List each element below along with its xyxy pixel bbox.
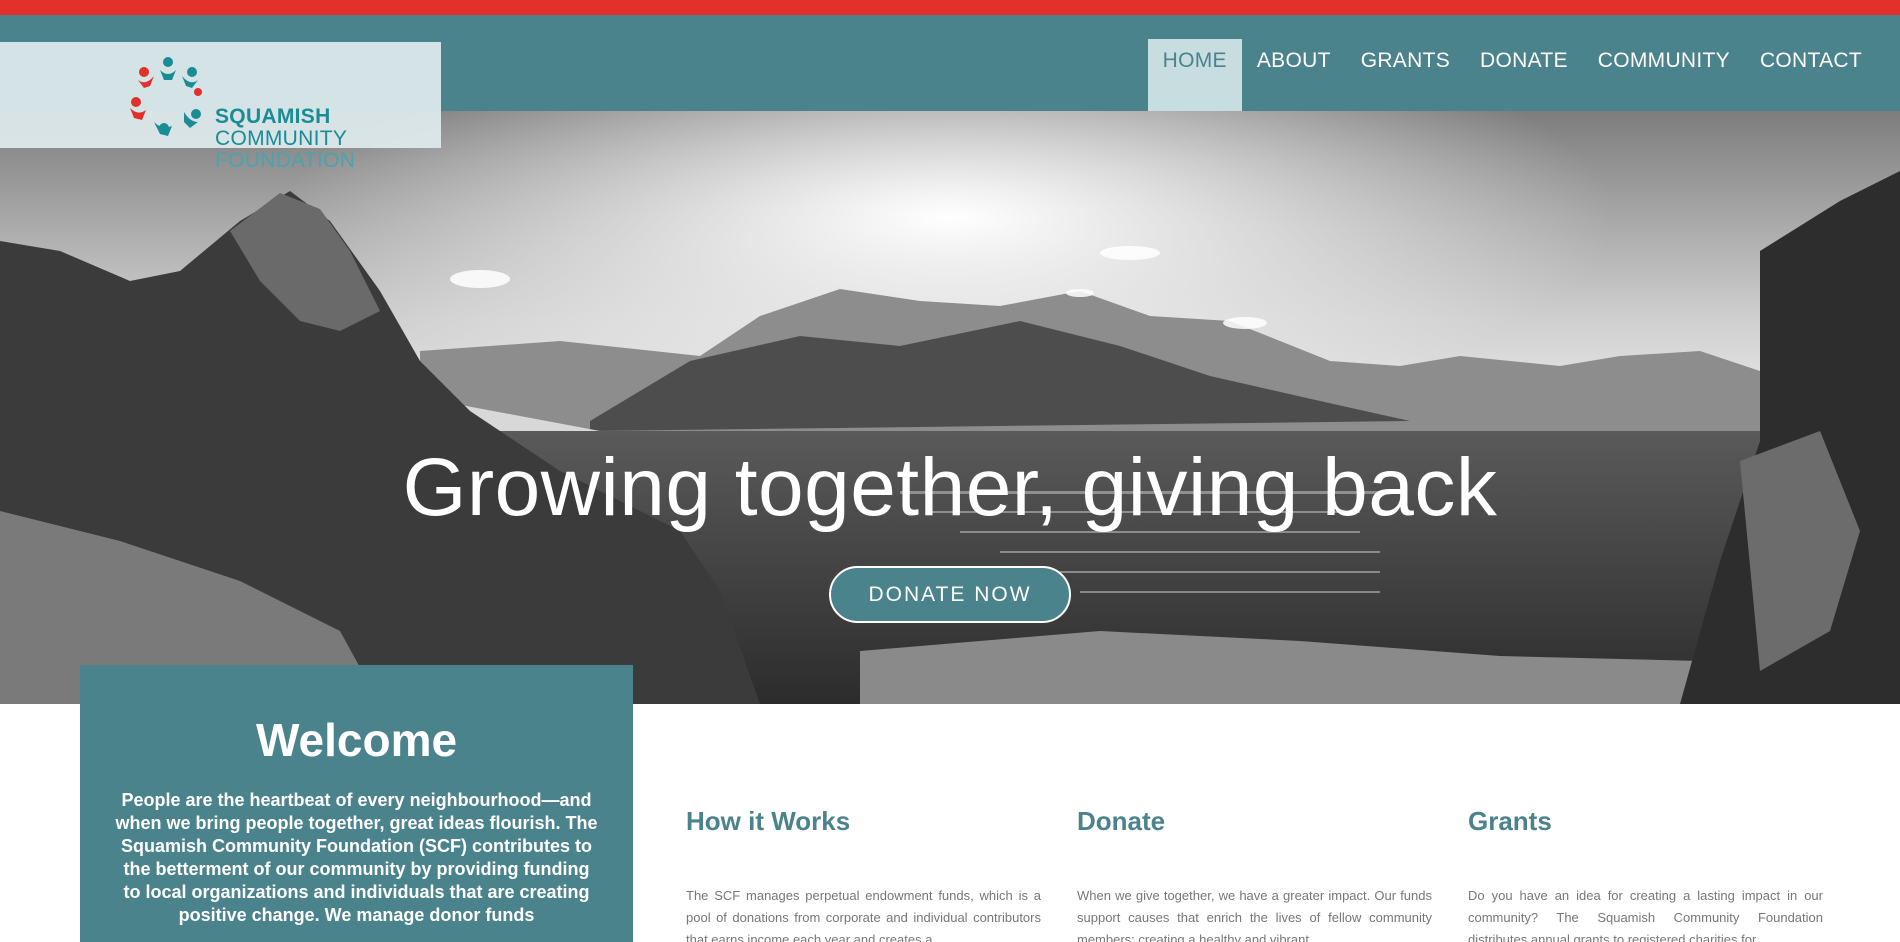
logo-link[interactable]: SQUAMISH COMMUNITY FOUNDATION bbox=[0, 42, 441, 172]
grants-text: Do you have an idea for creating a lasti… bbox=[1468, 888, 1823, 942]
donate-text: When we give together, we have a greater… bbox=[1077, 888, 1432, 942]
donate-now-button[interactable]: DONATE NOW bbox=[829, 566, 1071, 623]
hero-section: Growing together, giving back DONATE NOW bbox=[0, 111, 1900, 704]
how-it-works-column: How it Works The SCF manages perpetual e… bbox=[686, 806, 1041, 942]
grants-column: Grants Do you have an idea for creating … bbox=[1468, 806, 1823, 942]
nav-community[interactable]: COMMUNITY bbox=[1583, 39, 1745, 111]
welcome-text: People are the heartbeat of every neighb… bbox=[115, 790, 598, 925]
hero-title: Growing together, giving back bbox=[402, 442, 1498, 533]
nav-grants[interactable]: GRANTS bbox=[1346, 39, 1465, 111]
how-it-works-title[interactable]: How it Works bbox=[686, 806, 1041, 837]
logo-line-3: FOUNDATION bbox=[215, 149, 356, 172]
donate-title[interactable]: Donate bbox=[1077, 806, 1432, 837]
nav-about[interactable]: ABOUT bbox=[1242, 39, 1346, 111]
top-accent-strip bbox=[0, 0, 1900, 15]
people-circle-logo-icon bbox=[130, 57, 202, 136]
welcome-title: Welcome bbox=[255, 714, 458, 766]
logo-line-2: COMMUNITY bbox=[215, 127, 348, 150]
nav-home[interactable]: HOME bbox=[1147, 39, 1242, 111]
logo-line-1: SQUAMISH bbox=[215, 105, 331, 128]
grants-title[interactable]: Grants bbox=[1468, 806, 1823, 837]
donate-column: Donate When we give together, we have a … bbox=[1077, 806, 1432, 942]
logo-text: SQUAMISH COMMUNITY FOUNDATION bbox=[215, 106, 355, 172]
nav-contact[interactable]: CONTACT bbox=[1745, 39, 1900, 111]
how-it-works-text: The SCF manages perpetual endowment fund… bbox=[686, 888, 1041, 942]
nav-donate[interactable]: DONATE bbox=[1465, 39, 1583, 111]
main-nav: HOME ABOUT GRANTS DONATE COMMUNITY CONTA… bbox=[1147, 39, 1900, 111]
welcome-panel: Welcome People are the heartbeat of ever… bbox=[80, 665, 633, 942]
